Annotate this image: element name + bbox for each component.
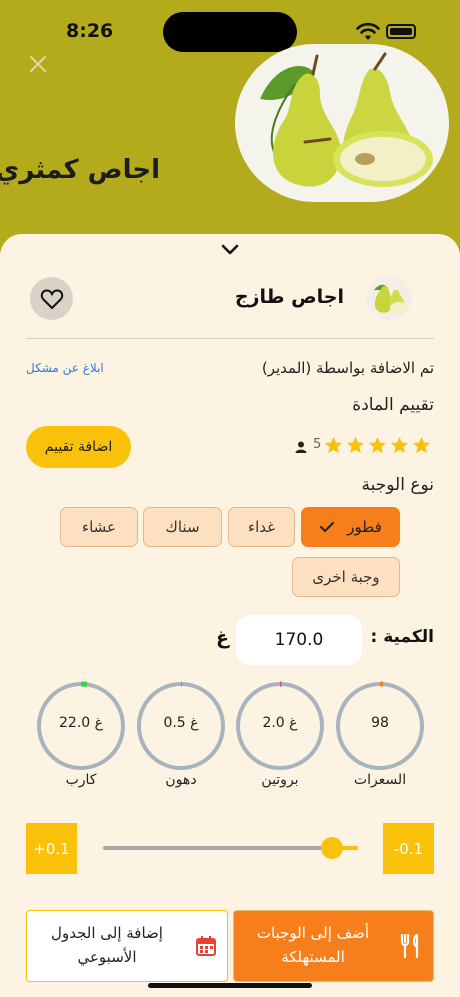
rating-count: 5 xyxy=(313,437,322,452)
meal-option-dinner[interactable]: عشاء xyxy=(60,507,138,547)
star-icon xyxy=(324,436,343,454)
person-icon xyxy=(295,441,307,453)
dynamic-island xyxy=(163,12,297,52)
calendar-icon xyxy=(196,936,216,956)
quantity-input[interactable]: 170.0 xyxy=(236,615,362,665)
meal-option-label: سناك xyxy=(165,518,200,536)
page-title: اجاص كمثري xyxy=(0,155,160,185)
details-sheet xyxy=(0,234,460,997)
protein-label: بروتين xyxy=(261,772,299,788)
fat-value: 0.5 غ xyxy=(163,715,199,731)
add-to-weekly-schedule-button[interactable]: إضافة إلى الجدول الأسبوعي xyxy=(26,910,228,982)
favorite-button[interactable] xyxy=(30,277,73,320)
calories-value: 98 xyxy=(371,715,389,731)
meal-option-label: فطور xyxy=(347,518,382,536)
star-icon xyxy=(390,436,409,454)
quantity-slider[interactable] xyxy=(103,846,358,850)
carbs-value: 22.0 غ xyxy=(59,715,103,731)
status-time: 8:26 xyxy=(66,20,114,42)
carbs-label: كارب xyxy=(65,772,97,788)
calories-label: السعرات xyxy=(353,772,407,788)
add-to-consumed-meals-button[interactable]: أضف إلى الوجبات المستهلكة xyxy=(233,910,434,982)
add-rating-button[interactable]: اضافة تقييم xyxy=(26,426,131,468)
meal-option-breakfast[interactable]: فطور xyxy=(301,507,400,547)
home-indicator xyxy=(148,983,312,988)
heart-icon xyxy=(40,288,63,309)
battery-icon xyxy=(386,24,416,39)
eaten-button-label: أضف إلى الوجبات المستهلكة xyxy=(256,924,370,966)
report-problem-link[interactable]: ابلاغ عن مشكل xyxy=(26,361,104,375)
meal-option-other[interactable]: وجبة اخرى xyxy=(292,557,400,597)
meal-type-title: نوع الوجبة xyxy=(361,475,435,495)
meal-option-label: وجبة اخرى xyxy=(312,568,380,586)
fat-label: دهون xyxy=(165,772,197,788)
schedule-button-label: إضافة إلى الجدول الأسبوعي xyxy=(51,924,163,966)
increment-button[interactable]: +0.1 xyxy=(26,823,77,874)
meal-option-snack[interactable]: سناك xyxy=(143,507,222,547)
close-icon[interactable] xyxy=(26,52,50,76)
food-image xyxy=(235,44,449,202)
meal-option-label: عشاء xyxy=(82,518,116,536)
fork-knife-icon xyxy=(400,933,419,959)
chevron-down-icon[interactable] xyxy=(219,243,241,257)
star-icon xyxy=(346,436,365,454)
divider xyxy=(26,338,434,339)
item-thumbnail xyxy=(366,276,412,320)
quantity-label: الكمية : xyxy=(370,627,434,647)
slider-thumb[interactable] xyxy=(321,837,343,859)
checkmark-icon xyxy=(320,522,335,533)
meal-option-label: غداء xyxy=(248,518,275,536)
protein-value: 2.0 غ xyxy=(262,715,298,731)
star-icon xyxy=(412,436,431,454)
item-name: اجاص طازج xyxy=(234,286,344,308)
rating-title: تقييم المادة xyxy=(352,395,434,415)
decrement-button[interactable]: -0.1 xyxy=(383,823,434,874)
quantity-unit: غ xyxy=(216,627,229,649)
meal-option-lunch[interactable]: غداء xyxy=(228,507,295,547)
rating-stars xyxy=(323,436,434,454)
star-icon xyxy=(368,436,387,454)
added-by-text: تم الاضافة بواسطة (المدير) xyxy=(261,359,434,377)
wifi-icon xyxy=(356,22,380,40)
